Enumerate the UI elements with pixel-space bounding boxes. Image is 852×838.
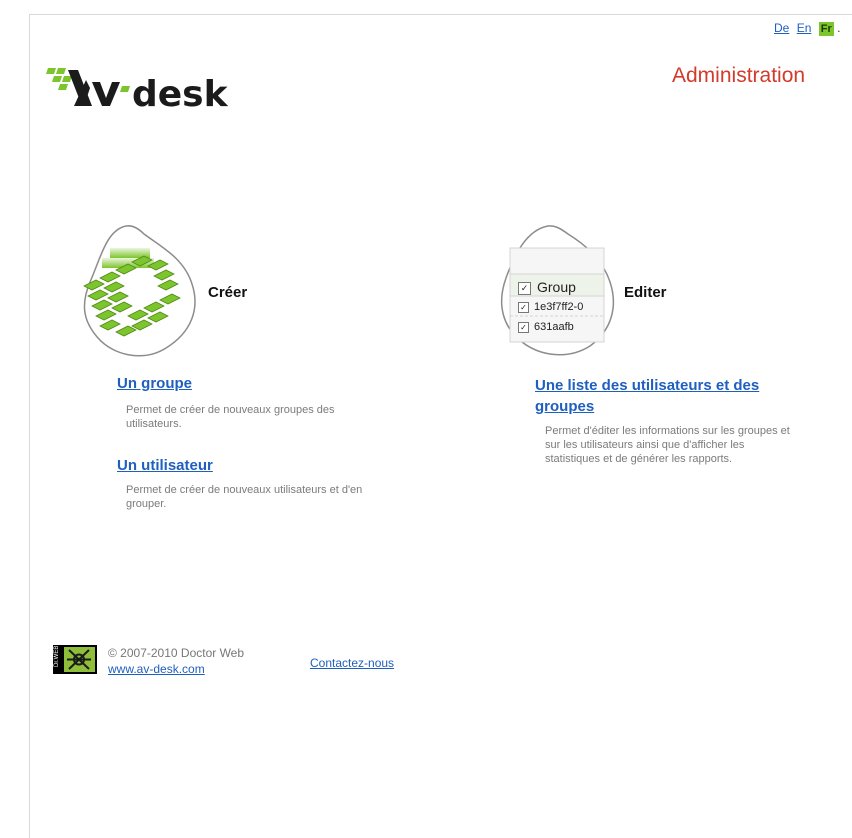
users-groups-list-link-line-2: groupes xyxy=(535,398,595,415)
edit-title: Editer xyxy=(624,284,667,301)
language-switcher: De En Fr . xyxy=(774,21,840,36)
create-user-link[interactable]: Un utilisateur xyxy=(117,457,213,474)
svg-text:desk: desk xyxy=(132,74,229,112)
lang-en-link[interactable]: En xyxy=(797,21,812,35)
checkbox-icon: ✓ xyxy=(518,321,529,333)
page-title: Administration xyxy=(672,64,806,87)
create-group-description: Permet de créer de nouveaux groupes des … xyxy=(126,404,335,430)
users-groups-list-link[interactable]: Une liste des utilisateurs et des groupe… xyxy=(535,375,759,417)
edit-illustration: ✓ Group ✓ 1e3f7ff2-0 ✓ 631aafb xyxy=(492,222,622,364)
copyright: © 2007-2010 Doctor Web xyxy=(108,646,245,660)
site-link[interactable]: www.av-desk.com xyxy=(108,662,205,676)
illustration-row-1: ✓ 1e3f7ff2-0 xyxy=(518,301,600,313)
lang-separator: . xyxy=(837,21,841,35)
av-desk-logo[interactable]: desk xyxy=(44,62,254,117)
drweb-badge: Dr.WEB xyxy=(53,645,97,674)
drweb-badge-label: Dr.WEB xyxy=(54,645,60,667)
users-groups-list-description: Permet d'éditer les informations sur les… xyxy=(545,425,790,465)
create-title: Créer xyxy=(208,284,248,301)
contact-link[interactable]: Contactez-nous xyxy=(310,656,394,670)
illustration-row-2: ✓ 631aafb xyxy=(518,321,594,333)
illustration-row-1-label: 1e3f7ff2-0 xyxy=(534,301,584,313)
lang-de-link[interactable]: De xyxy=(774,21,789,35)
illustration-header-label: Group xyxy=(537,279,576,295)
illustration-header-cell: ✓ Group xyxy=(518,279,600,295)
checkbox-icon: ✓ xyxy=(518,301,529,313)
create-user-description: Permet de créer de nouveaux utilisateurs… xyxy=(126,484,363,510)
checkbox-icon: ✓ xyxy=(518,281,531,295)
users-groups-list-link-line-1: Une liste des utilisateurs et des xyxy=(535,377,760,394)
create-group-link[interactable]: Un groupe xyxy=(117,375,192,392)
create-illustration xyxy=(74,222,204,369)
lang-fr-active[interactable]: Fr xyxy=(818,22,834,36)
av-desk-logo-graphic: desk xyxy=(46,68,229,115)
illustration-row-2-label: 631aafb xyxy=(534,321,574,333)
